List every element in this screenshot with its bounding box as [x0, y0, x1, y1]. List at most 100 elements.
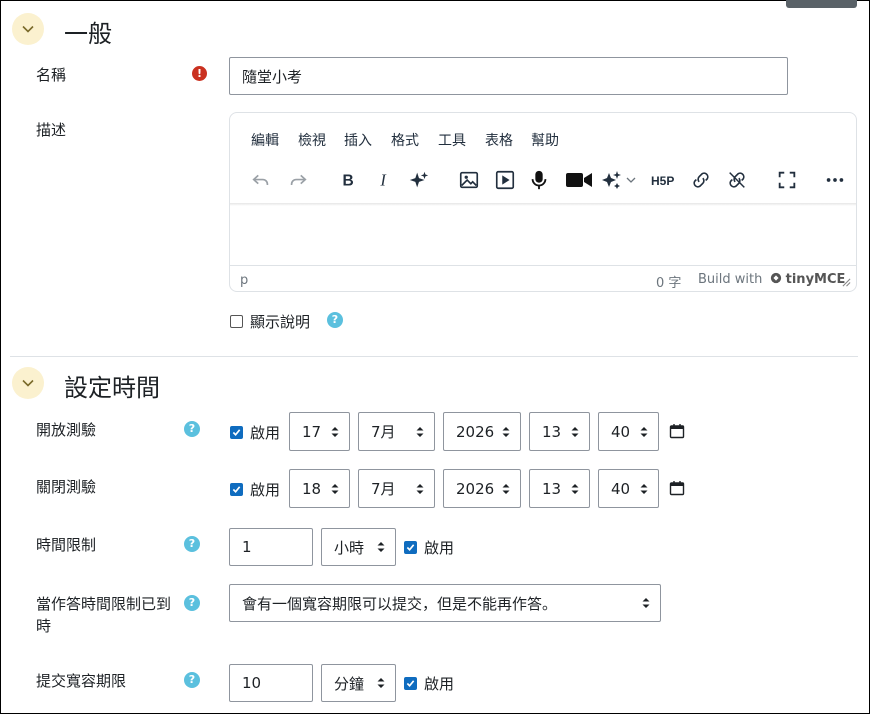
link-icon[interactable] — [690, 169, 712, 191]
description-label: 描述 — [36, 121, 67, 139]
undo-icon[interactable] — [250, 169, 272, 191]
time-limit-enable-label: 啟用 — [424, 539, 455, 557]
close-month-select[interactable]: 7月 — [358, 469, 435, 508]
redo-icon[interactable] — [287, 169, 309, 191]
select-caret-icon — [331, 426, 339, 437]
calendar-icon[interactable] — [669, 423, 685, 439]
select-caret-icon — [377, 542, 385, 552]
section-title-general: 一般 — [64, 20, 112, 48]
menu-view[interactable]: 檢視 — [298, 130, 326, 150]
ai-sparkles-dropdown-icon[interactable] — [600, 169, 640, 191]
open-quiz-enable-checkbox[interactable] — [230, 426, 243, 439]
unlink-icon[interactable] — [726, 169, 748, 191]
show-description-checkbox[interactable] — [230, 315, 243, 328]
section-divider — [10, 356, 858, 357]
check-icon — [406, 680, 415, 687]
brand-prefix: Build with — [698, 272, 763, 287]
selected-value: 13 — [542, 422, 562, 441]
menu-table[interactable]: 表格 — [485, 130, 513, 150]
selected-value: 17 — [302, 422, 322, 441]
collapse-timing-toggle[interactable] — [12, 367, 44, 399]
select-caret-icon — [571, 426, 579, 437]
close-minute-select[interactable]: 40 — [598, 469, 659, 508]
menu-format[interactable]: 格式 — [391, 130, 419, 150]
open-minute-select[interactable]: 40 — [598, 412, 659, 451]
menu-edit[interactable]: 編輯 — [251, 130, 279, 150]
open-hour-select[interactable]: 13 — [529, 412, 590, 451]
close-quiz-enable-label: 啟用 — [250, 481, 281, 499]
select-caret-icon — [640, 483, 648, 494]
media-icon[interactable] — [494, 169, 516, 191]
close-day-select[interactable]: 18 — [289, 469, 350, 508]
image-icon[interactable] — [458, 169, 480, 191]
description-editor[interactable]: 編輯 檢視 插入 格式 工具 表格 幫助 B I H5P p 0 字 Build… — [229, 112, 857, 292]
check-icon — [406, 544, 415, 551]
selected-value: 18 — [302, 479, 322, 498]
top-save-button-edge[interactable] — [786, 0, 857, 8]
open-day-select[interactable]: 17 — [289, 412, 350, 451]
exclamation-icon: ! — [192, 66, 207, 81]
selected-value: 2026 — [456, 422, 495, 441]
collapse-general-toggle[interactable] — [12, 13, 44, 45]
open-year-select[interactable]: 2026 — [443, 412, 521, 451]
tinymce-branding[interactable]: Build with tinyMCE — [698, 272, 845, 287]
close-quiz-label: 關閉測驗 — [36, 478, 97, 496]
selected-value: 7月 — [371, 423, 396, 441]
svg-text:I: I — [379, 171, 387, 190]
grace-period-enable-checkbox[interactable] — [404, 677, 417, 690]
calendar-icon[interactable] — [669, 480, 685, 496]
microphone-icon[interactable] — [528, 169, 550, 191]
more-icon[interactable] — [824, 169, 846, 191]
ai-sparkle-icon[interactable] — [408, 169, 430, 191]
grace-period-label: 提交寬容期限 — [36, 672, 127, 690]
time-limit-input[interactable]: 1 — [229, 528, 313, 566]
selected-value: 40 — [611, 479, 631, 498]
tinymce-logo-icon — [770, 272, 781, 284]
toolbar-divider — [230, 203, 856, 206]
select-caret-icon — [416, 483, 424, 494]
close-year-select[interactable]: 2026 — [443, 469, 521, 508]
menu-tools[interactable]: 工具 — [438, 130, 466, 150]
when-time-expires-label: 當作答時間限制已到 — [36, 595, 172, 613]
chevron-down-icon — [22, 379, 34, 387]
menu-insert[interactable]: 插入 — [344, 130, 372, 150]
bold-icon[interactable]: B — [337, 169, 359, 191]
grace-period-input[interactable]: 10 — [229, 664, 313, 702]
time-limit-enable-checkbox[interactable] — [404, 541, 417, 554]
svg-text:H5P: H5P — [651, 174, 674, 188]
chevron-down-icon — [22, 25, 34, 33]
word-count[interactable]: 0 字 — [656, 272, 681, 291]
menu-help[interactable]: 幫助 — [531, 130, 559, 150]
name-input[interactable]: 隨堂小考 — [229, 57, 788, 95]
help-icon[interactable]: ? — [327, 312, 343, 328]
close-quiz-enable-checkbox[interactable] — [230, 483, 243, 496]
element-path[interactable]: p — [240, 273, 248, 288]
grace-period-unit-select[interactable]: 分鐘 — [321, 664, 396, 702]
help-icon[interactable]: ? — [184, 672, 200, 688]
when-time-expires-select[interactable]: 會有一個寬容期限可以提交，但是不能再作答。 — [229, 584, 661, 622]
brand-name: tinyMCE — [785, 272, 846, 287]
name-label: 名稱 — [36, 66, 67, 84]
help-icon[interactable]: ? — [184, 595, 200, 611]
video-camera-icon[interactable] — [565, 169, 593, 191]
help-icon[interactable]: ? — [184, 536, 200, 552]
resize-handle-icon[interactable] — [842, 278, 851, 287]
select-caret-icon — [416, 426, 424, 437]
fullscreen-icon[interactable] — [776, 169, 798, 191]
italic-icon[interactable]: I — [373, 169, 395, 191]
section-title-timing: 設定時間 — [64, 374, 160, 402]
h5p-icon[interactable]: H5P — [650, 169, 678, 191]
help-icon[interactable]: ? — [184, 421, 200, 437]
close-hour-select[interactable]: 13 — [529, 469, 590, 508]
select-caret-icon — [642, 598, 650, 608]
select-caret-icon — [502, 426, 510, 437]
selected-value: 7月 — [371, 480, 396, 498]
open-month-select[interactable]: 7月 — [358, 412, 435, 451]
svg-text:B: B — [343, 173, 354, 190]
selected-value: 40 — [611, 422, 631, 441]
grace-period-enable-label: 啟用 — [424, 675, 455, 693]
select-caret-icon — [640, 426, 648, 437]
when-time-expires-label-cont: 時 — [36, 617, 52, 635]
time-limit-unit-select[interactable]: 小時 — [321, 528, 396, 566]
select-caret-icon — [331, 483, 339, 494]
